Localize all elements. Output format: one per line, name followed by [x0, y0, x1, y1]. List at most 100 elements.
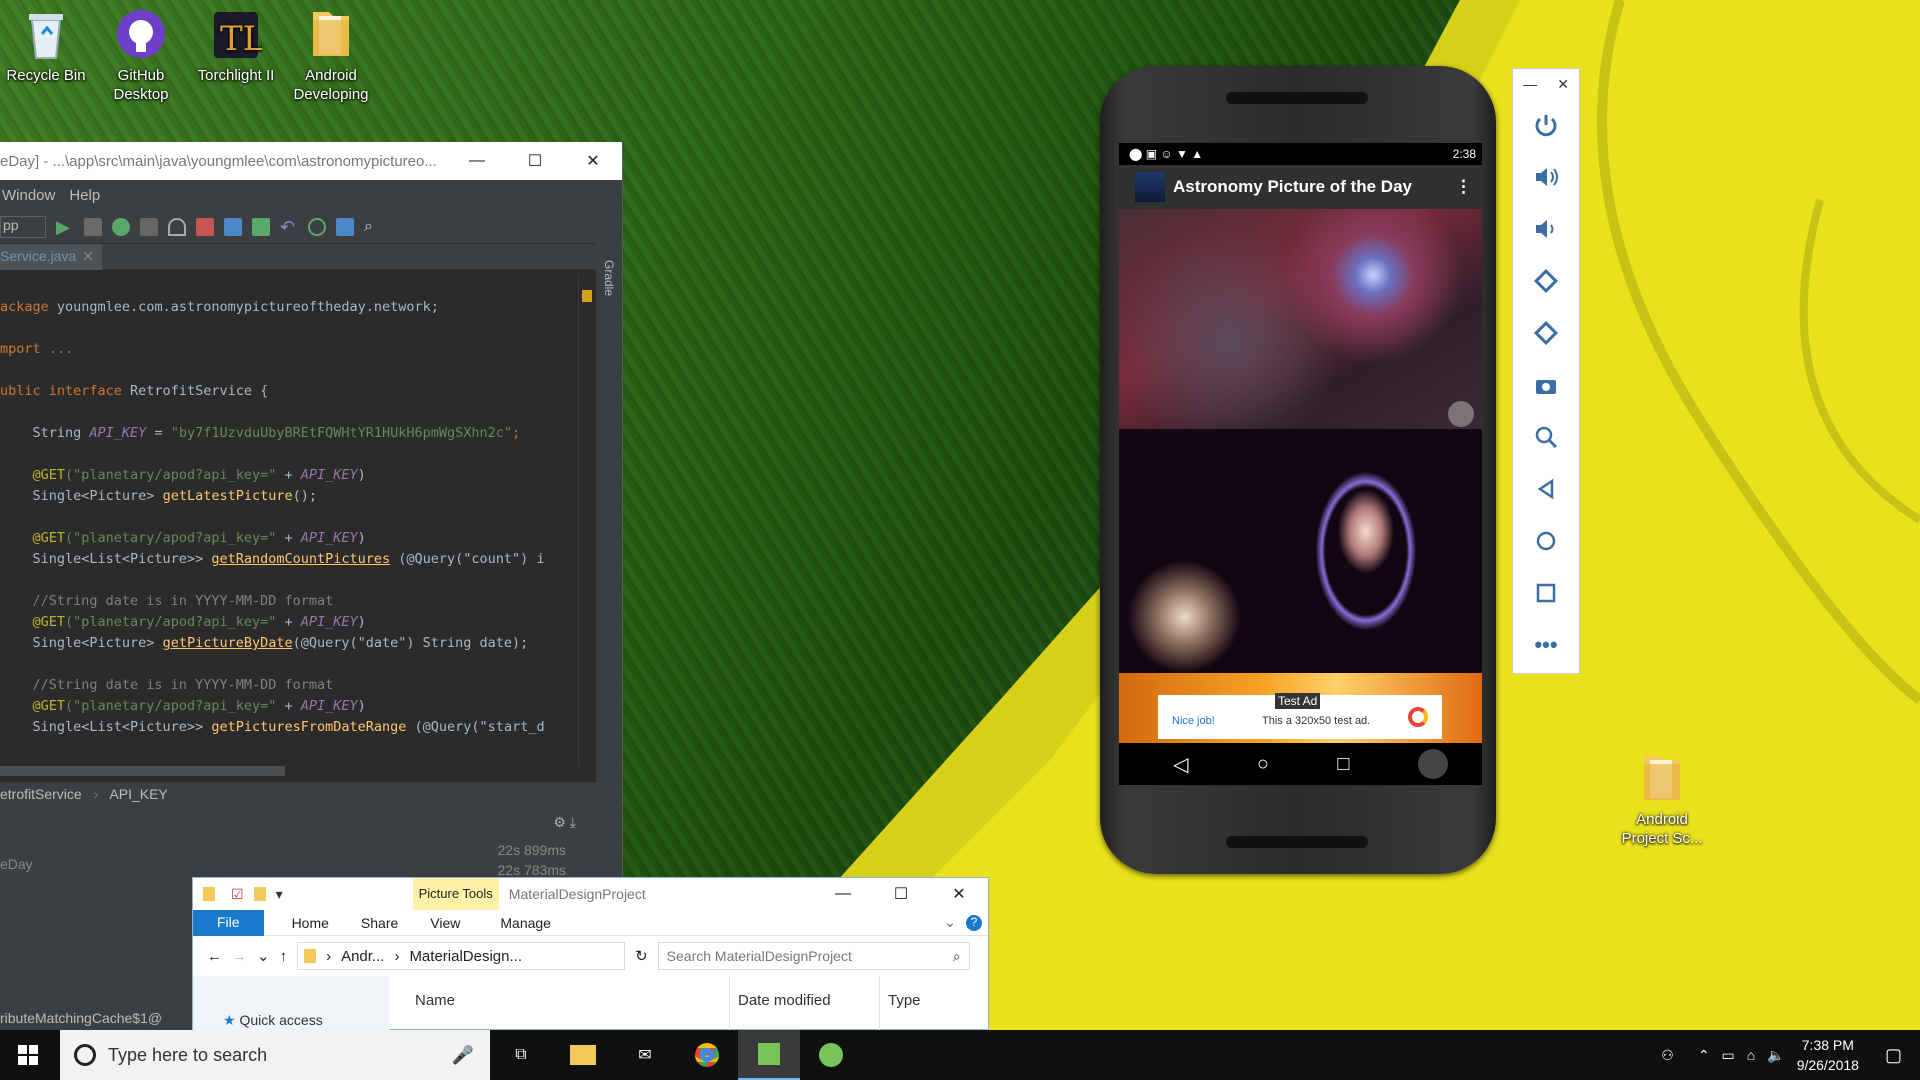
sync-icon[interactable] — [224, 217, 242, 236]
people-icon[interactable]: ⚇ — [1661, 1047, 1674, 1064]
mail-icon[interactable]: ✉ — [614, 1030, 676, 1080]
rotate-icon[interactable] — [1417, 749, 1448, 779]
favorite-icon[interactable] — [1448, 401, 1474, 427]
run-icon[interactable]: ▶ — [56, 218, 74, 236]
windows-start-icon[interactable] — [18, 1045, 38, 1070]
refresh-icon[interactable]: ↻ — [635, 947, 648, 965]
maximize-icon[interactable]: ☐ — [506, 151, 564, 171]
sdk-manager-icon[interactable] — [336, 217, 354, 236]
column-type[interactable]: Type — [879, 976, 921, 1031]
desktop-icon-recycle-bin[interactable]: Recycle Bin — [4, 6, 88, 85]
microphone-icon[interactable]: 🎤 — [452, 1045, 474, 1066]
chevron-down-icon[interactable]: ▾ — [276, 886, 283, 903]
task-view-icon[interactable]: ⧉ — [490, 1030, 552, 1080]
emulator-taskbar-icon[interactable] — [800, 1030, 862, 1080]
desktop-icon-android-developing[interactable]: Android Developing — [289, 6, 373, 104]
apod-image-card[interactable] — [1119, 429, 1482, 673]
zoom-icon[interactable] — [1513, 411, 1579, 463]
taskbar-clock[interactable]: 7:38 PM 9/26/2018 — [1797, 1035, 1859, 1075]
breadcrumb-item[interactable]: API_KEY — [109, 786, 167, 802]
file-explorer-taskbar-icon[interactable] — [552, 1030, 614, 1080]
test-ad-banner[interactable]: Test Ad Nice job! This a 320x50 test ad. — [1158, 693, 1442, 739]
stop-icon[interactable] — [196, 217, 214, 236]
new-folder-icon[interactable] — [253, 887, 266, 901]
chevron-up-icon[interactable]: ⌃ — [1698, 1047, 1710, 1064]
rotate-right-icon[interactable] — [1513, 307, 1579, 359]
forward-arrow-icon[interactable]: → — [232, 948, 247, 965]
column-date-modified[interactable]: Date modified — [729, 976, 879, 1031]
close-icon[interactable]: ✕ — [930, 884, 988, 904]
desktop-icon-android-project[interactable]: Android Project Sc... — [1620, 750, 1704, 848]
tab-share[interactable]: Share — [361, 915, 398, 931]
tab-file[interactable]: File — [193, 909, 264, 936]
explorer-title-bar[interactable]: ☑ ▾ Picture Tools MaterialDesignProject … — [193, 878, 988, 910]
close-icon[interactable]: ✕ — [1557, 76, 1569, 93]
chevron-down-icon[interactable]: ⌄ — [944, 914, 956, 931]
close-icon[interactable]: ✕ — [564, 151, 622, 171]
overview-icon[interactable] — [1513, 567, 1579, 619]
phone-screen[interactable]: ⬤ ▣ ☺ ▼ ▲ 2:38 Astronomy Picture of the … — [1119, 143, 1482, 785]
home-icon[interactable]: ○ — [1257, 753, 1269, 776]
back-icon[interactable]: ◁ — [1173, 752, 1188, 777]
volume-icon[interactable]: 🔈 — [1767, 1047, 1784, 1064]
properties-icon[interactable]: ☑ — [231, 886, 244, 903]
back-icon[interactable] — [1513, 463, 1579, 515]
android-studio-taskbar-icon[interactable] — [738, 1030, 800, 1080]
camera-icon[interactable] — [1513, 359, 1579, 411]
notifications-icon[interactable]: ▢ — [1885, 1045, 1902, 1066]
volume-up-icon[interactable] — [1513, 151, 1579, 203]
search-icon[interactable]: ⌕ — [364, 218, 382, 236]
tab-home[interactable]: Home — [292, 915, 329, 931]
menu-window[interactable]: Window — [2, 187, 55, 204]
menu-help[interactable]: Help — [69, 187, 100, 204]
tab-retrofit-service[interactable]: Service.java ✕ — [0, 244, 102, 270]
back-arrow-icon[interactable]: ← — [207, 948, 222, 965]
recents-icon[interactable]: □ — [1337, 753, 1349, 776]
more-icon[interactable]: ••• — [1513, 619, 1579, 671]
picture-tools-tab[interactable]: Picture Tools — [412, 878, 499, 910]
desktop-icon-torchlight[interactable]: TL Torchlight II — [194, 6, 278, 85]
address-bar[interactable]: › Andr... › MaterialDesign... — [297, 942, 626, 970]
quick-access[interactable]: ★ Quick access — [193, 976, 389, 1031]
apod-image-card[interactable] — [1119, 209, 1482, 429]
gear-icon[interactable]: ⚙ ⤓ — [553, 814, 576, 831]
column-name[interactable]: Name — [389, 976, 729, 1031]
path-segment[interactable]: Andr... — [341, 948, 384, 965]
apply-changes-icon[interactable] — [84, 217, 102, 236]
minimize-icon[interactable]: — — [814, 885, 872, 903]
run-config-select[interactable]: pp — [0, 215, 46, 238]
gradle-sync-icon[interactable] — [308, 217, 326, 236]
profile-icon[interactable] — [140, 217, 158, 236]
tab-view[interactable]: View — [430, 915, 460, 931]
path-segment[interactable]: MaterialDesign... — [409, 948, 522, 965]
undo-icon[interactable]: ↶ — [280, 218, 298, 236]
close-tab-icon[interactable]: ✕ — [82, 248, 94, 270]
breadcrumb-item[interactable]: etrofitService — [0, 786, 82, 802]
home-icon[interactable] — [1513, 515, 1579, 567]
network-icon[interactable]: ⌂ — [1747, 1047, 1755, 1063]
minimize-icon[interactable]: — — [448, 152, 506, 170]
up-arrow-icon[interactable]: ↑ — [280, 948, 288, 965]
rotate-left-icon[interactable] — [1513, 255, 1579, 307]
volume-down-icon[interactable] — [1513, 203, 1579, 255]
overflow-menu-icon[interactable]: ⋮ — [1455, 177, 1472, 197]
attach-debugger-icon[interactable] — [168, 217, 186, 236]
help-icon[interactable]: ? — [966, 914, 982, 931]
editor-scrollbar[interactable] — [578, 276, 596, 766]
vcs-icon[interactable] — [252, 217, 270, 236]
warning-marker[interactable] — [582, 290, 592, 302]
debug-icon[interactable] — [112, 217, 130, 236]
power-icon[interactable] — [1513, 99, 1579, 151]
maximize-icon[interactable]: ☐ — [872, 884, 930, 904]
desktop-icon-github-desktop[interactable]: GitHub Desktop — [99, 6, 183, 104]
horizontal-scrollbar[interactable] — [0, 766, 285, 776]
explorer-search-input[interactable]: Search MaterialDesignProject ⌕ — [657, 942, 970, 970]
taskbar-search[interactable]: Type here to search 🎤 — [60, 1030, 490, 1080]
code-editor[interactable]: ackage youngmlee.com.astronomypictureoft… — [0, 276, 596, 766]
chrome-icon[interactable] — [676, 1030, 738, 1080]
minimize-icon[interactable]: — — [1523, 76, 1537, 92]
battery-icon[interactable]: ▭ — [1722, 1047, 1735, 1064]
gradle-label[interactable]: Gradle — [602, 260, 616, 296]
tab-manage[interactable]: Manage — [500, 915, 551, 931]
recent-dropdown-icon[interactable]: ⌄ — [257, 947, 270, 965]
